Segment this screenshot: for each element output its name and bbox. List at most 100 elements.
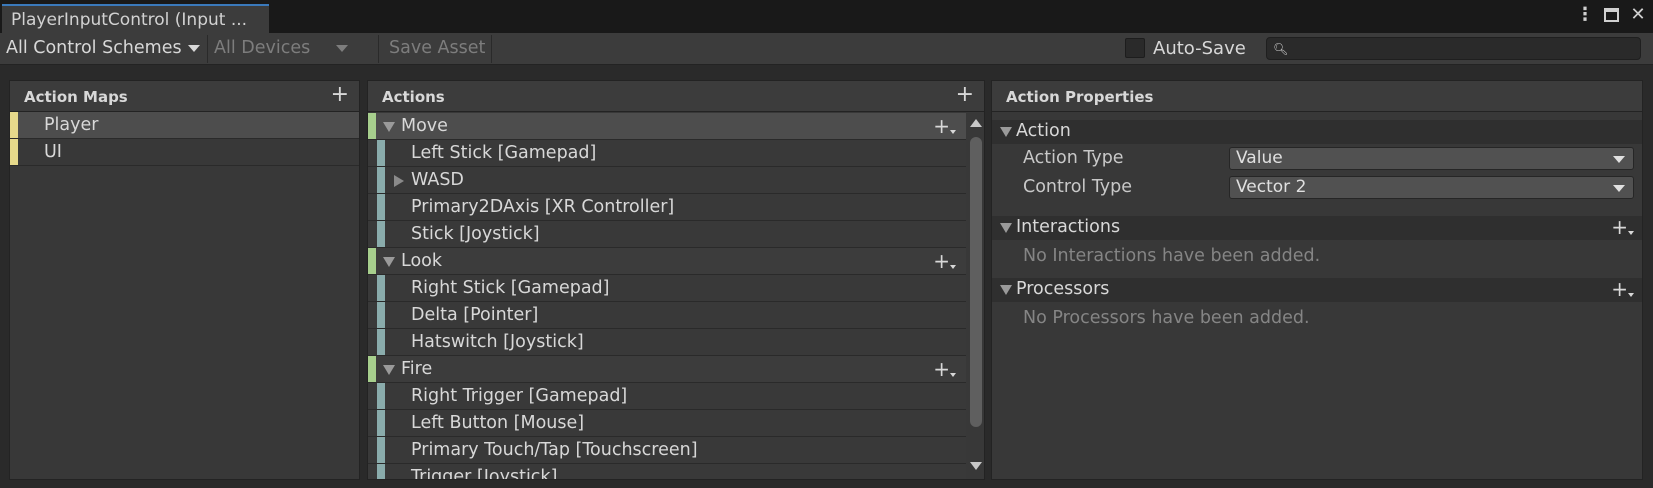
binding-label: Left Stick [Gamepad] <box>411 143 597 163</box>
add-binding-icon[interactable]: + <box>933 359 956 379</box>
interactions-section-label: Interactions <box>1016 217 1121 237</box>
binding-label: WASD <box>411 170 464 190</box>
binding-color-stripe <box>377 221 385 247</box>
control-schemes-label: All Control Schemes <box>6 38 182 58</box>
window-tab[interactable]: PlayerInputControl (Input ... <box>2 4 269 33</box>
add-binding-icon[interactable]: + <box>933 251 956 271</box>
auto-save-toggle[interactable]: Auto-Save <box>1125 34 1246 62</box>
action-color-stripe <box>368 113 376 139</box>
action-properties-panel: Action Properties Action Action Type Val… <box>991 80 1643 480</box>
expand-arrow-icon[interactable] <box>383 257 395 267</box>
action-properties-header: Action Properties <box>992 81 1642 112</box>
binding-item[interactable]: Stick [Joystick] <box>368 221 966 248</box>
binding-item[interactable]: Delta [Pointer] <box>368 302 966 329</box>
binding-item[interactable]: Left Stick [Gamepad] <box>368 140 966 167</box>
binding-item[interactable]: Primary2DAxis [XR Controller] <box>368 194 966 221</box>
binding-label: Primary Touch/Tap [Touchscreen] <box>411 440 698 460</box>
auto-save-checkbox[interactable] <box>1125 38 1145 58</box>
add-action-map-icon[interactable]: + <box>331 84 349 106</box>
chevron-down-icon <box>336 44 349 52</box>
action-label: Move <box>401 116 448 136</box>
devices-label: All Devices <box>214 38 311 58</box>
processors-section-label: Processors <box>1016 279 1110 299</box>
binding-item[interactable]: Right Trigger [Gamepad] <box>368 383 966 410</box>
save-asset-button[interactable]: Save Asset <box>378 35 492 63</box>
expand-arrow-icon[interactable] <box>383 365 395 375</box>
scroll-up-icon[interactable] <box>970 119 982 127</box>
actions-scrollbar[interactable] <box>966 113 984 479</box>
toolbar: All Control Schemes All Devices Save Ass… <box>0 33 1653 65</box>
devices-dropdown[interactable]: All Devices <box>207 35 372 63</box>
scroll-down-icon[interactable] <box>970 462 982 470</box>
add-processor-icon[interactable]: + <box>1611 279 1634 299</box>
binding-item[interactable]: Hatswitch [Joystick] <box>368 329 966 356</box>
binding-color-stripe <box>377 140 385 166</box>
search-icon: 🔍︎ <box>1273 42 1289 56</box>
binding-item[interactable]: Right Stick [Gamepad] <box>368 275 966 302</box>
expand-arrow-icon[interactable] <box>1000 223 1012 233</box>
actions-header: Actions + <box>368 81 984 112</box>
action-map-label: UI <box>44 142 62 162</box>
binding-label: Right Stick [Gamepad] <box>411 278 610 298</box>
action-map-item-player[interactable]: Player <box>10 112 359 139</box>
binding-color-stripe <box>377 437 385 463</box>
binding-label: Trigger [Joystick] <box>411 467 558 480</box>
expand-arrow-icon[interactable] <box>1000 127 1012 137</box>
processors-section-header[interactable]: Processors + <box>992 278 1642 302</box>
scrollbar-thumb[interactable] <box>970 137 982 427</box>
window-controls: ⋮ ✕ <box>1576 6 1647 24</box>
binding-item[interactable]: Trigger [Joystick] <box>368 464 966 480</box>
binding-item[interactable]: Left Button [Mouse] <box>368 410 966 437</box>
actions-panel: Actions + Move + Left Stick [Gamepad] WA… <box>367 80 985 480</box>
close-icon[interactable]: ✕ <box>1629 6 1647 24</box>
action-item-move[interactable]: Move + <box>368 113 966 140</box>
chevron-down-icon <box>187 44 200 52</box>
binding-item[interactable]: Primary Touch/Tap [Touchscreen] <box>368 437 966 464</box>
processors-empty-message: No Processors have been added. <box>1023 308 1310 328</box>
save-asset-label: Save Asset <box>389 38 486 58</box>
window-tab-bar: PlayerInputControl (Input ... ⋮ ✕ <box>0 0 1653 33</box>
window-tab-title: PlayerInputControl (Input ... <box>11 10 248 30</box>
action-section-label: Action <box>1016 121 1071 141</box>
binding-color-stripe <box>377 275 385 301</box>
action-item-fire[interactable]: Fire + <box>368 356 966 383</box>
binding-color-stripe <box>377 167 385 193</box>
binding-item-composite[interactable]: WASD <box>368 167 966 194</box>
action-map-item-ui[interactable]: UI <box>10 139 359 166</box>
search-input[interactable]: 🔍︎ <box>1266 37 1641 60</box>
binding-color-stripe <box>377 410 385 436</box>
add-binding-icon[interactable]: + <box>933 116 956 136</box>
action-type-dropdown[interactable]: Value <box>1229 147 1634 170</box>
control-type-row: Control Type Vector 2 <box>992 173 1642 202</box>
interactions-section-header[interactable]: Interactions + <box>992 216 1642 240</box>
action-maps-header: Action Maps + <box>10 81 359 112</box>
add-action-icon[interactable]: + <box>956 84 974 106</box>
action-maps-title: Action Maps <box>24 88 128 106</box>
chevron-down-icon <box>1613 156 1625 163</box>
control-schemes-dropdown[interactable]: All Control Schemes <box>6 35 206 63</box>
auto-save-label: Auto-Save <box>1153 37 1246 59</box>
maximize-icon[interactable] <box>1604 8 1619 22</box>
collapsed-arrow-icon[interactable] <box>394 175 404 187</box>
binding-label: Right Trigger [Gamepad] <box>411 386 628 406</box>
add-interaction-icon[interactable]: + <box>1611 217 1634 237</box>
chevron-down-icon <box>1613 185 1625 192</box>
action-color-stripe <box>368 356 376 382</box>
control-type-label: Control Type <box>1023 177 1133 197</box>
action-label: Fire <box>401 359 433 379</box>
map-color-stripe <box>10 112 18 138</box>
control-type-dropdown[interactable]: Vector 2 <box>1229 176 1634 199</box>
more-icon[interactable]: ⋮ <box>1576 6 1594 24</box>
expand-arrow-icon[interactable] <box>1000 285 1012 295</box>
action-item-look[interactable]: Look + <box>368 248 966 275</box>
binding-color-stripe <box>377 383 385 409</box>
binding-label: Primary2DAxis [XR Controller] <box>411 197 675 217</box>
action-maps-panel: Action Maps + Player UI <box>9 80 360 480</box>
binding-color-stripe <box>377 329 385 355</box>
action-section-header[interactable]: Action <box>992 120 1642 144</box>
action-type-label: Action Type <box>1023 148 1124 168</box>
actions-tree: Move + Left Stick [Gamepad] WASD Primary… <box>368 113 966 480</box>
expand-arrow-icon[interactable] <box>383 122 395 132</box>
binding-label: Left Button [Mouse] <box>411 413 585 433</box>
binding-color-stripe <box>377 302 385 328</box>
